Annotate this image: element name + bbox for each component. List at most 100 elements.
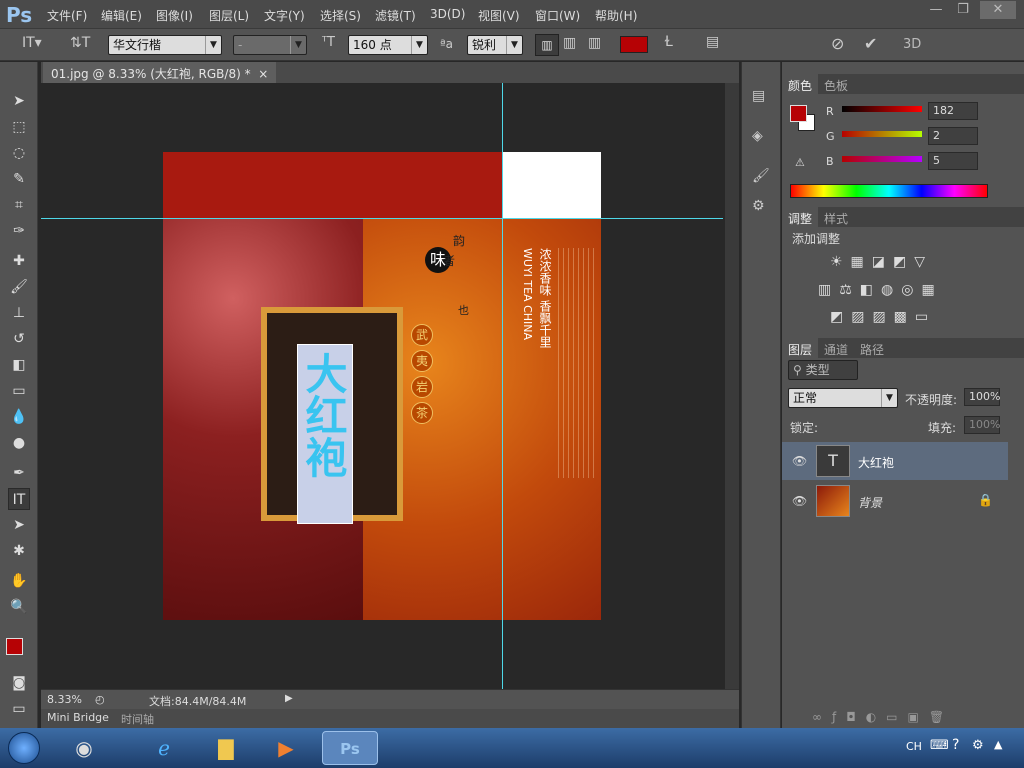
blend-mode-select[interactable]: 正常 ▼ [788,388,898,408]
zoom-tool-icon[interactable]: 🔍 [8,596,30,618]
tab-layers[interactable]: 图层 [782,338,819,361]
b-slider[interactable] [842,156,922,162]
healing-brush-tool-icon[interactable]: ✚ [8,250,30,272]
cancel-icon[interactable]: ⊘ [831,34,844,53]
photoshop-taskbar-icon[interactable]: Ps [322,731,378,765]
foreground-color-swatch[interactable] [6,638,23,655]
menu-3d[interactable]: 3D(D) [430,7,465,21]
canvas-area[interactable]: 大红袍 味 韵 者 也 武 夷 岩 茶 浓浓香味 香飘千里 WUYI TEA C… [41,83,739,689]
eyedropper-tool-icon[interactable]: ✑ [8,220,30,242]
b-value[interactable]: 5 [928,152,978,170]
help-icon[interactable]: ? [952,737,959,753]
start-button[interactable] [8,732,40,764]
r-value[interactable]: 182 [928,102,978,120]
vertical-guide[interactable] [502,83,503,689]
type-tool-icon[interactable]: ⅠT [8,488,30,510]
fg-color-swatch[interactable] [790,105,807,122]
menu-layer[interactable]: 图层(L) [209,7,249,24]
adjust-icons-row-2[interactable]: ▥⚖◧◍◎▦ [818,282,943,298]
move-tool-icon[interactable]: ➤ [8,90,30,112]
pen-tool-icon[interactable]: ✒ [8,462,30,484]
minimize-button[interactable]: — [921,1,951,19]
menu-view[interactable]: 视图(V) [478,7,520,24]
hand-tool-icon[interactable]: ✋ [8,570,30,592]
media-center-icon[interactable]: ◉ [64,731,104,765]
commit-check-icon[interactable]: ✔ [864,34,877,53]
antialias-select[interactable]: 锐利 ▼ [467,35,523,55]
tab-timeline[interactable]: 时间轴 [121,711,154,727]
menu-edit[interactable]: 编辑(E) [101,7,142,24]
clone-stamp-tool-icon[interactable]: ⊥ [8,302,30,324]
menu-help[interactable]: 帮助(H) [595,7,637,24]
layer-name[interactable]: 大红袍 [858,454,894,471]
adjust-icons-row-3[interactable]: ◩▨▨▩▭ [830,309,936,325]
internet-explorer-icon[interactable]: ℯ [144,731,184,765]
tab-mini-bridge[interactable]: Mini Bridge [47,711,109,724]
status-menu-arrow-icon[interactable]: ▶ [285,693,293,704]
font-style-select[interactable]: - ▼ [233,35,307,55]
gradient-tool-icon[interactable]: ▭ [8,380,30,402]
align-left-icon[interactable]: ▥ [535,34,559,56]
layer-actions-bar[interactable]: ∞ƒ◘◐▭▣🗑 [812,710,954,724]
type-tool-preset-icon[interactable]: ⅠT▾ [22,35,42,51]
document-tab[interactable]: 01.jpg @ 8.33% (大红袍, RGB/8) * × [43,62,277,83]
quick-mask-icon[interactable]: ◙ [8,672,30,694]
text-color-swatch[interactable] [620,36,648,53]
zoom-level[interactable]: 8.33% [47,693,82,706]
tab-channels[interactable]: 通道 [818,338,854,361]
align-right-icon[interactable]: ▥ [588,35,601,51]
blur-tool-icon[interactable]: 💧 [8,406,30,428]
lasso-tool-icon[interactable]: ◌ [8,142,30,164]
3d-panel-icon[interactable]: ◈ [752,128,763,144]
status-icon[interactable]: ◴ [95,693,105,706]
history-panel-icon[interactable]: ▤ [752,88,765,104]
tray-arrow-icon[interactable]: ▲ [994,738,1002,751]
adjust-icons-row-1[interactable]: ☀▦◪◩▽ [830,254,933,270]
eraser-tool-icon[interactable]: ◧ [8,354,30,376]
layer-name[interactable]: 背景 [858,494,882,511]
toggle-orientation-icon[interactable]: ⇅T [70,35,90,51]
font-family-select[interactable]: 华文行楷 ▼ [108,35,222,55]
horizontal-guide[interactable] [41,218,723,219]
close-tab-icon[interactable]: × [258,67,268,81]
keyboard-icon[interactable]: ⌨ [930,738,949,753]
quick-select-tool-icon[interactable]: ✎ [8,168,30,190]
layer-filter-select[interactable]: ⚲ 类型 [788,360,858,380]
warning-icon[interactable]: ⚠ [795,156,805,169]
tab-paths[interactable]: 路径 [854,338,890,361]
brush-tool-icon[interactable]: 🖌 [8,276,30,298]
visibility-eye-icon[interactable]: 👁 [792,494,807,508]
layer-row-background[interactable]: 👁 背景 🔒 [782,482,1008,520]
g-value[interactable]: 2 [928,127,978,145]
brush-panel-icon[interactable]: ⚙ [752,198,765,214]
menu-type[interactable]: 文字(Y) [264,7,305,24]
3d-button[interactable]: 3D [903,37,921,52]
color-spectrum[interactable] [790,184,988,198]
fill-value[interactable]: 100% [964,416,1000,434]
r-slider[interactable] [842,106,922,112]
g-slider[interactable] [842,131,922,137]
restore-button[interactable]: ❐ [948,1,978,19]
dodge-tool-icon[interactable]: ● [8,432,30,454]
tab-swatches[interactable]: 色板 [818,74,854,97]
crop-tool-icon[interactable]: ⌗ [8,194,30,216]
menu-filter[interactable]: 滤镜(T) [375,7,416,24]
brush-preset-icon[interactable]: 🖌 [752,168,770,184]
warp-text-icon[interactable]: Ɫ [665,34,673,50]
tab-adjustments[interactable]: 调整 [782,207,819,230]
screen-mode-icon[interactable]: ▭ [8,698,30,720]
tab-color[interactable]: 颜色 [782,74,819,97]
visibility-eye-icon[interactable]: 👁 [792,454,807,468]
character-panel-icon[interactable]: ▤ [706,34,719,50]
layer-row-text[interactable]: 👁 T 大红袍 [782,442,1008,480]
language-indicator[interactable]: CH [906,740,922,753]
menu-select[interactable]: 选择(S) [320,7,361,24]
font-size-select[interactable]: 160 点 ▼ [348,35,428,55]
marquee-tool-icon[interactable]: ⬚ [8,116,30,138]
close-window-button[interactable]: ✕ [980,1,1016,19]
media-player-icon[interactable]: ▶ [266,731,306,765]
history-brush-tool-icon[interactable]: ↺ [8,328,30,350]
settings-icon[interactable]: ⚙ [972,738,984,753]
explorer-folder-icon[interactable]: ▇ [206,731,246,765]
custom-shape-tool-icon[interactable]: ✱ [8,540,30,562]
